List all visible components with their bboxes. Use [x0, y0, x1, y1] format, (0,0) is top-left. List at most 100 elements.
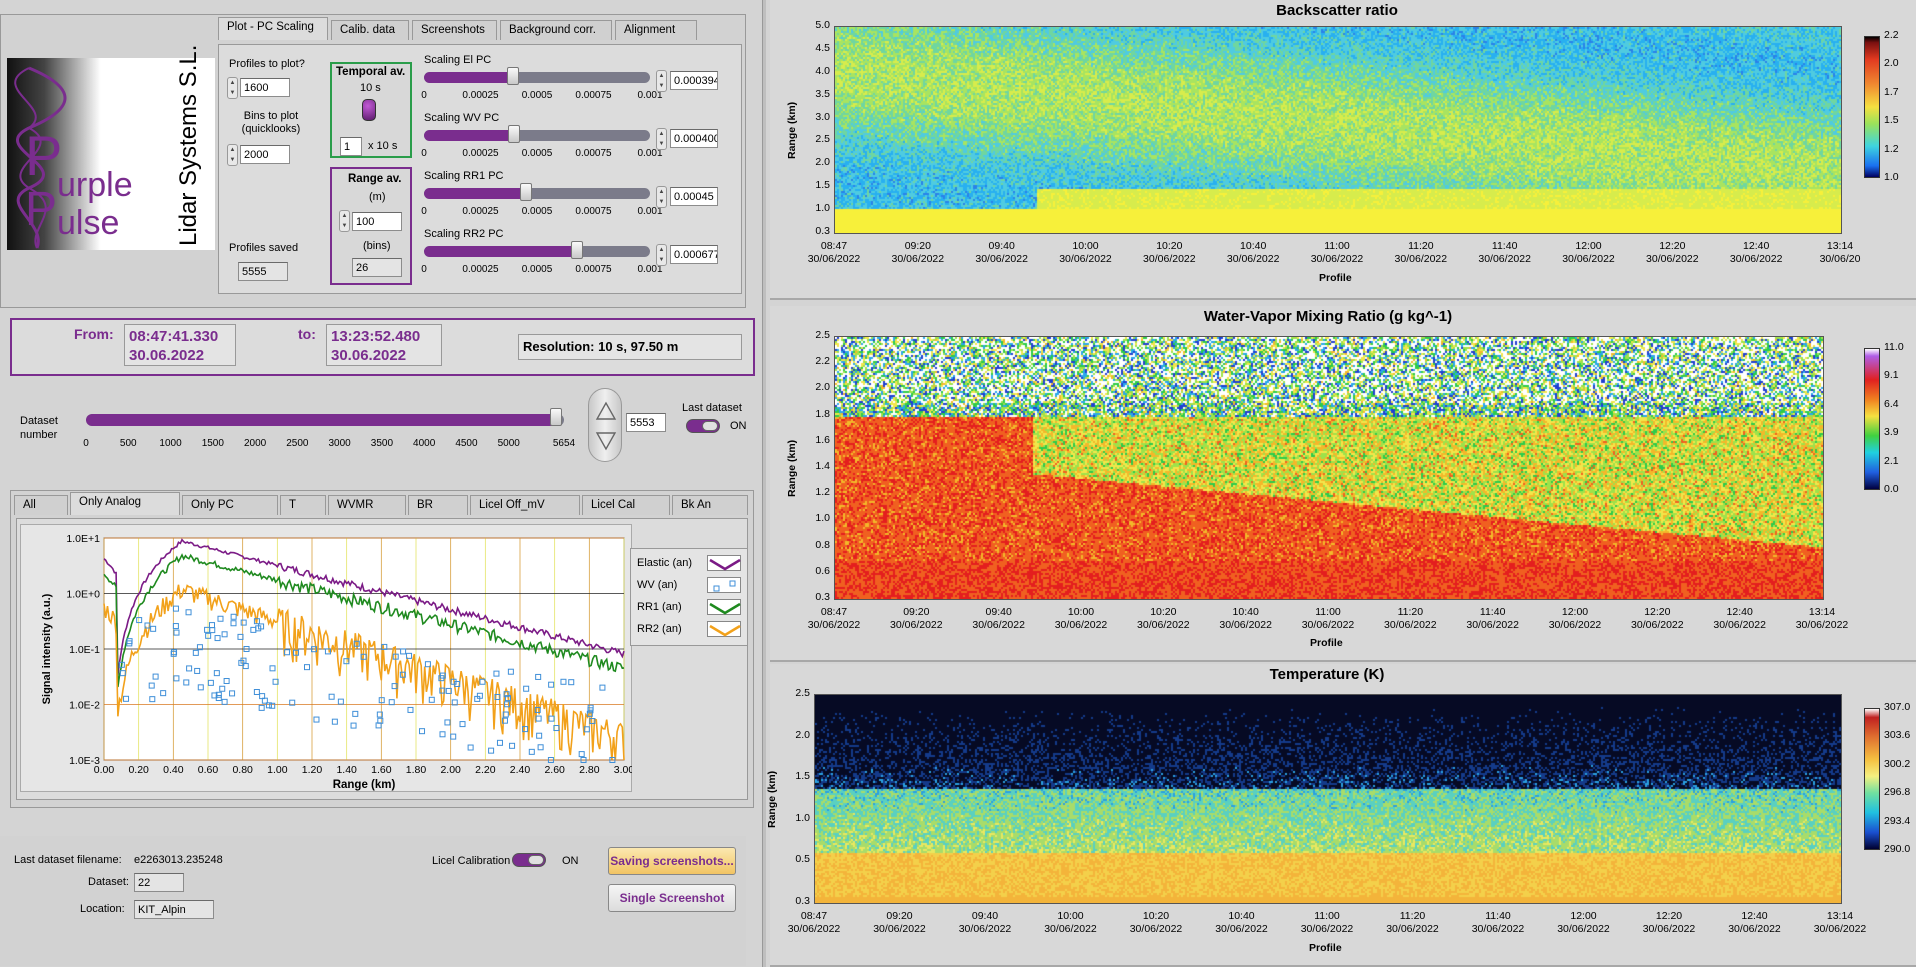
signal-xtick-label: 2.20	[475, 764, 496, 776]
scaling-spinner-0[interactable]: ▲ ▼	[656, 70, 667, 92]
scaling-slider-1[interactable]	[424, 130, 650, 141]
tab-background-corr[interactable]: Background corr.	[500, 20, 612, 40]
quicklook-xtick-label: 12:00 30/06/2022	[1557, 910, 1610, 936]
scaling-tick-label: 0	[421, 264, 427, 275]
scaling-slider-3[interactable]	[424, 246, 650, 257]
bins-input[interactable]: 2000	[240, 145, 290, 164]
scaling-tick-label: 0.00025	[462, 90, 499, 101]
quicklook-xtick-label: 13:14 30/06/2022	[1814, 910, 1867, 936]
quicklook-xtick-date: 30/06/2022	[1813, 923, 1867, 935]
quicklook-xtick-time: 09:40	[988, 240, 1015, 252]
signal-tab-only-analog[interactable]: Only Analog	[70, 492, 180, 515]
signal-tab-licel-off-mv[interactable]: Licel Off_mV	[470, 495, 580, 515]
quicklook-ytick-label: 0.3	[815, 591, 830, 603]
quicklook-xtick-date: 30/06/2022	[891, 253, 945, 265]
colorbar-tick-label: 2.0	[1884, 57, 1899, 70]
scaling-value-2[interactable]: 0.00045	[670, 187, 718, 206]
signal-tab-wvmr[interactable]: WVMR	[328, 495, 406, 515]
signal-tab-all[interactable]: All	[14, 495, 68, 515]
scaling-slider-thumb-0[interactable]	[507, 67, 520, 85]
dataset-stepper[interactable]	[588, 388, 622, 462]
scaling-value-3[interactable]: 0.000677	[670, 245, 718, 264]
scaling-tick-label: 0.00075	[575, 264, 612, 275]
quicklook-xtick-label: 11:40 30/06/2022	[1472, 910, 1525, 936]
quicklook-xtick-time: 10:40	[1240, 240, 1267, 252]
scaling-value-0[interactable]: 0.000394	[670, 71, 718, 90]
signal-xtick-label: 0.20	[128, 764, 149, 776]
single-screenshot-button[interactable]: Single Screenshot	[608, 884, 736, 912]
quicklook-xtick-time: 10:40	[1232, 606, 1259, 618]
scaling-slider-thumb-3[interactable]	[571, 241, 583, 259]
signal-tab-only-pc[interactable]: Only PC	[182, 495, 278, 515]
bins-spinner[interactable]: ▲ ▼	[227, 144, 238, 166]
quicklook-ytick-label: 0.3	[795, 895, 810, 907]
quicklook-xtick-time: 09:40	[971, 910, 999, 922]
signal-tab-licel-cal[interactable]: Licel Cal	[582, 495, 670, 515]
quicklook-xtick-label: 09:20 30/06/2022	[892, 240, 945, 266]
quicklook-xtick-time: 11:00	[1324, 240, 1350, 252]
dataset-tick-label: 2500	[286, 438, 309, 449]
quicklook-xtick-date: 30/06/2022	[1129, 923, 1183, 935]
quicklook-xtick-label: 11:40 30/06/2022	[1466, 606, 1519, 632]
quicklook-ytick-label: 2.0	[795, 728, 810, 741]
scaling-slider-thumb-1[interactable]	[508, 125, 521, 143]
temporal-knob-icon[interactable]	[362, 99, 376, 121]
quicklook-xtick-time: 12:40	[1741, 910, 1768, 922]
dataset-slider[interactable]	[86, 414, 564, 426]
quicklook-xtick-date: 30/06/2022	[1728, 923, 1781, 935]
signal-tab-bk-an[interactable]: Bk An	[672, 495, 748, 515]
quicklook-xtick-label: 10:20 30/06/2022	[1130, 910, 1183, 936]
colorbar-tick-label: 1.2	[1884, 142, 1899, 155]
range-spinner[interactable]: ▲ ▼	[339, 210, 350, 232]
quicklook-colorbar-1	[1864, 348, 1880, 490]
licel-calibration-toggle[interactable]	[512, 853, 546, 867]
quicklook-xtick-time: 10:00	[1067, 606, 1095, 618]
quicklook-ytick-label: 1.0	[815, 202, 830, 215]
quicklook-xtick-time: 08:47	[820, 606, 848, 618]
signal-tab-br[interactable]: BR	[408, 495, 468, 515]
quicklook-xtick-date: 30/06/2022	[807, 619, 861, 631]
scaling-slider-2[interactable]	[424, 188, 650, 199]
profiles-input[interactable]: 1600	[240, 78, 290, 97]
scaling-slider-0[interactable]	[424, 72, 650, 83]
scaling-spinner-2[interactable]: ▲ ▼	[656, 186, 667, 208]
quicklook-xtick-date: 30/06/2022	[1394, 253, 1448, 265]
colorbar-tick-label: 9.1	[1884, 369, 1899, 382]
dataset-input[interactable]: 5553	[626, 413, 666, 432]
scaling-spinner-1[interactable]: ▲ ▼	[656, 128, 667, 150]
quicklook-xtick-label: 11:00 30/06/2022	[1301, 910, 1354, 936]
scaling-spinner-3[interactable]: ▲ ▼	[656, 244, 667, 266]
quicklook-xtick-label: 11:20 30/06/2022	[1386, 910, 1439, 936]
quicklook-heatmap-2	[814, 694, 1842, 904]
last-dataset-toggle[interactable]	[686, 419, 720, 433]
signal-ytick-label: 1.0E+0	[66, 589, 100, 601]
last-dataset-label: Last dataset	[682, 402, 742, 414]
scaling-slider-fill-0	[424, 72, 514, 83]
tab-calib-data[interactable]: Calib. data	[331, 20, 409, 40]
quicklook-xtick-date: 30/06/2022	[1215, 923, 1268, 935]
scaling-slider-thumb-2[interactable]	[519, 183, 532, 201]
quicklook-xtick-time: 12:20	[1644, 606, 1671, 618]
legend-label-0: Elastic (an)	[637, 557, 693, 569]
quicklook-xtick-label: 12:40 30/06/2022	[1713, 606, 1766, 632]
filename-label: Last dataset filename:	[14, 854, 122, 866]
legend-swatch-2	[707, 599, 741, 615]
scaling-value-1[interactable]: 0.000400	[670, 129, 718, 148]
quicklook-xtick-date: 30/06/2022	[1642, 923, 1696, 935]
saving-screenshots-button[interactable]: Saving screenshots...	[608, 847, 736, 875]
quicklook-title-1: Water-Vapor Mixing Ratio (g kg^-1)	[1203, 308, 1453, 325]
quicklook-xtick-time: 12:40	[1743, 240, 1770, 252]
temporal-input[interactable]: 1	[340, 137, 362, 156]
profiles-spinner[interactable]: ▲ ▼	[227, 77, 238, 99]
tab-plot-pc-scaling[interactable]: Plot - PC Scaling	[218, 17, 328, 40]
range-m-input[interactable]: 100	[352, 212, 402, 231]
quicklook-xtick-label: 12:20 30/06/2022	[1631, 606, 1684, 632]
quicklook-xtick-label: 10:40 30/06/2022	[1219, 606, 1272, 632]
quicklook-xtick-time: 11:00	[1315, 606, 1341, 618]
signal-tab-t[interactable]: T	[280, 495, 326, 515]
tab-alignment[interactable]: Alignment	[615, 20, 697, 40]
quicklook-xtick-label: 12:20 30/06/2022	[1643, 910, 1696, 936]
quicklook-ytick-label: 0.3	[815, 225, 830, 237]
tab-screenshots[interactable]: Screenshots	[412, 20, 497, 40]
dataset-slider-thumb[interactable]	[549, 408, 562, 426]
